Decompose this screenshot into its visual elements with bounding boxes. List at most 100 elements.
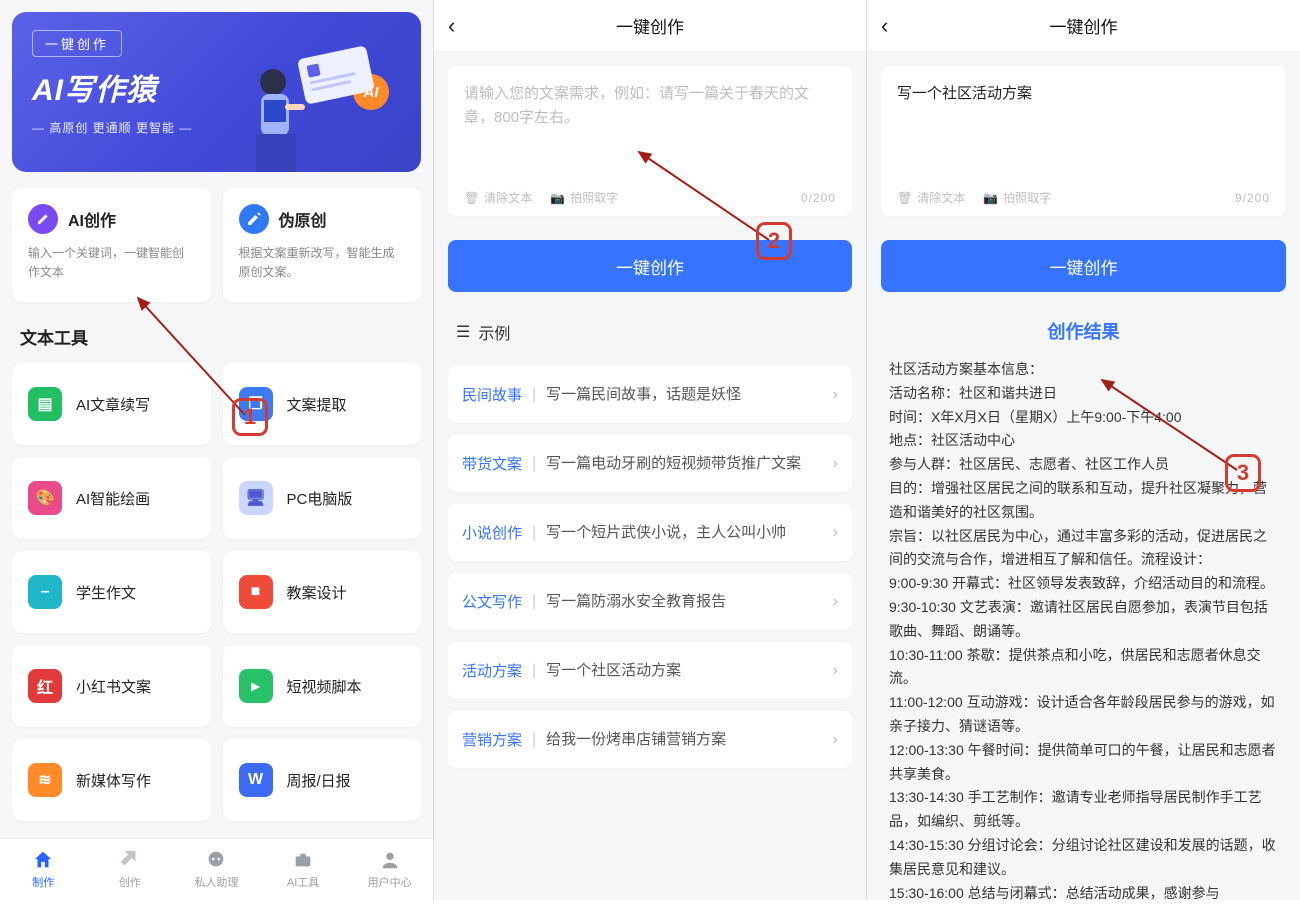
card-desc: 根据文案重新改写，智能生成原创文案。 (239, 244, 406, 282)
home-icon (32, 849, 54, 871)
example-tag: 小说创作 (462, 522, 522, 543)
tab-label: AI工具 (287, 874, 319, 890)
example-item[interactable]: 公文写作 | 写一篇防溺水安全教育报告 › (448, 573, 852, 630)
tool-monitor-icon[interactable]: 🖥 PC电脑版 (223, 457, 422, 539)
tool-label: 文案提取 (287, 394, 347, 415)
tab-label: 用户中心 (368, 874, 412, 890)
video-icon: ▸ (239, 669, 273, 703)
separator: | (532, 455, 536, 473)
chevron-right-icon: › (833, 662, 838, 680)
tool-xiaohongshu-icon[interactable]: 红 小红书文案 (12, 645, 211, 727)
tab-AI工具[interactable]: AI工具 (260, 839, 347, 900)
document-icon: ▤ (28, 387, 62, 421)
tool-palette-icon[interactable]: 🎨 AI智能绘画 (12, 457, 211, 539)
trash-icon: 🗑 (897, 191, 912, 205)
hero-illustration (231, 42, 391, 172)
tool-essay-icon[interactable]: – 学生作文 (12, 551, 211, 633)
camera-icon: 📷 (983, 191, 998, 205)
briefcase-icon (292, 849, 314, 871)
card-title: 伪原创 (279, 207, 327, 231)
header: ‹ 一键创作 (867, 0, 1300, 52)
rewrite-icon (239, 204, 269, 234)
example-item[interactable]: 民间故事 | 写一篇民间故事，话题是妖怪 › (448, 366, 852, 423)
tool-label: AI智能绘画 (76, 488, 150, 509)
user-icon (379, 849, 401, 871)
prompt-input[interactable]: 写一个社区活动方案 🗑 清除文本 📷 拍照取字 9/200 (881, 66, 1286, 216)
pane-home: 一键创作 AI写作猿 — 高原创 更通顺 更智能 — AI AI创作 输入一个关… (0, 0, 434, 900)
tool-label: 新媒体写作 (76, 770, 151, 791)
chat-icon (205, 849, 227, 871)
camera-icon: 📷 (550, 191, 565, 205)
separator: | (532, 593, 536, 611)
palette-icon: 🎨 (28, 481, 62, 515)
tab-私人助理[interactable]: 私人助理 (173, 839, 260, 900)
tool-label: 短视频脚本 (287, 676, 362, 697)
annotation-stamp-2: 2 (756, 222, 792, 260)
chevron-right-icon: › (833, 524, 838, 542)
trash-icon: 🗑 (464, 191, 479, 205)
chevron-right-icon: › (833, 455, 838, 473)
chevron-right-icon: › (833, 386, 838, 404)
example-tag: 营销方案 (462, 729, 522, 750)
tab-label: 私人助理 (194, 874, 238, 890)
example-item[interactable]: 小说创作 | 写一个短片武侠小说，主人公叫小帅 › (448, 504, 852, 561)
bottom-tab-bar: 制作 创作 私人助理 AI工具 用户中心 (0, 838, 433, 900)
example-text: 给我一份烤串店铺营销方案 (546, 729, 823, 750)
tools-icon (119, 849, 141, 871)
xiaohongshu-icon: 红 (28, 669, 62, 703)
generate-button[interactable]: 一键创作 (881, 240, 1286, 292)
tab-label: 制作 (32, 874, 54, 890)
hero-pill: 一键创作 (32, 30, 122, 57)
example-text: 写一篇民间故事，话题是妖怪 (546, 384, 823, 405)
tab-创作[interactable]: 创作 (87, 839, 174, 900)
hero-banner[interactable]: 一键创作 AI写作猿 — 高原创 更通顺 更智能 — AI (12, 12, 421, 172)
back-icon[interactable]: ‹ (448, 13, 455, 39)
header: ‹ 一键创作 (434, 0, 866, 52)
annotation-stamp-1: 1 (232, 398, 268, 436)
example-item[interactable]: 活动方案 | 写一个社区活动方案 › (448, 642, 852, 699)
tab-制作[interactable]: 制作 (0, 839, 87, 900)
tool-report-icon[interactable]: W 周报/日报 (223, 739, 422, 821)
tool-video-icon[interactable]: ▸ 短视频脚本 (223, 645, 422, 727)
essay-icon: – (28, 575, 62, 609)
monitor-icon: 🖥 (239, 481, 273, 515)
annotation-stamp-3: 3 (1225, 454, 1261, 492)
ocr-button[interactable]: 📷 拍照取字 (983, 189, 1051, 206)
example-tag: 民间故事 (462, 384, 522, 405)
tool-label: 小红书文案 (76, 676, 151, 697)
tab-用户中心[interactable]: 用户中心 (346, 839, 433, 900)
separator: | (532, 662, 536, 680)
card-desc: 输入一个关键词，一键智能创作文本 (28, 244, 195, 282)
pen-icon (28, 204, 58, 234)
example-text: 写一篇电动牙刷的短视频带货推广文案 (546, 453, 823, 474)
example-item[interactable]: 营销方案 | 给我一份烤串店铺营销方案 › (448, 711, 852, 768)
clear-text-button[interactable]: 🗑 清除文本 (897, 189, 965, 206)
tool-media-icon[interactable]: ≋ 新媒体写作 (12, 739, 211, 821)
tab-label: 创作 (119, 874, 141, 890)
clear-text-button[interactable]: 🗑 清除文本 (464, 189, 532, 206)
pane-create-empty: ‹ 一键创作 请输入您的文案需求，例如：请写一篇关于春天的文章，800字左右。 … (434, 0, 867, 900)
tool-label: 教案设计 (287, 582, 347, 603)
back-icon[interactable]: ‹ (881, 13, 888, 39)
ocr-button[interactable]: 📷 拍照取字 (550, 189, 618, 206)
example-item[interactable]: 带货文案 | 写一篇电动牙刷的短视频带货推广文案 › (448, 435, 852, 492)
separator: | (532, 524, 536, 542)
tool-label: 周报/日报 (287, 770, 351, 791)
separator: | (532, 731, 536, 749)
example-tag: 活动方案 (462, 660, 522, 681)
prompt-value: 写一个社区活动方案 (897, 82, 1270, 106)
card-title: AI创作 (68, 207, 116, 231)
chevron-right-icon: › (833, 731, 838, 749)
page-title: 一键创作 (1050, 13, 1118, 38)
media-icon: ≋ (28, 763, 62, 797)
tool-book-icon[interactable]: ■ 教案设计 (223, 551, 422, 633)
example-text: 写一个短片武侠小说，主人公叫小帅 (546, 522, 823, 543)
prompt-placeholder: 请输入您的文案需求，例如：请写一篇关于春天的文章，800字左右。 (464, 82, 836, 130)
report-icon: W (239, 763, 273, 797)
separator: | (532, 386, 536, 404)
example-text: 写一个社区活动方案 (546, 660, 823, 681)
example-tag: 公文写作 (462, 591, 522, 612)
page-title: 一键创作 (616, 13, 684, 38)
char-count: 0/200 (801, 191, 836, 205)
example-text: 写一篇防溺水安全教育报告 (546, 591, 823, 612)
